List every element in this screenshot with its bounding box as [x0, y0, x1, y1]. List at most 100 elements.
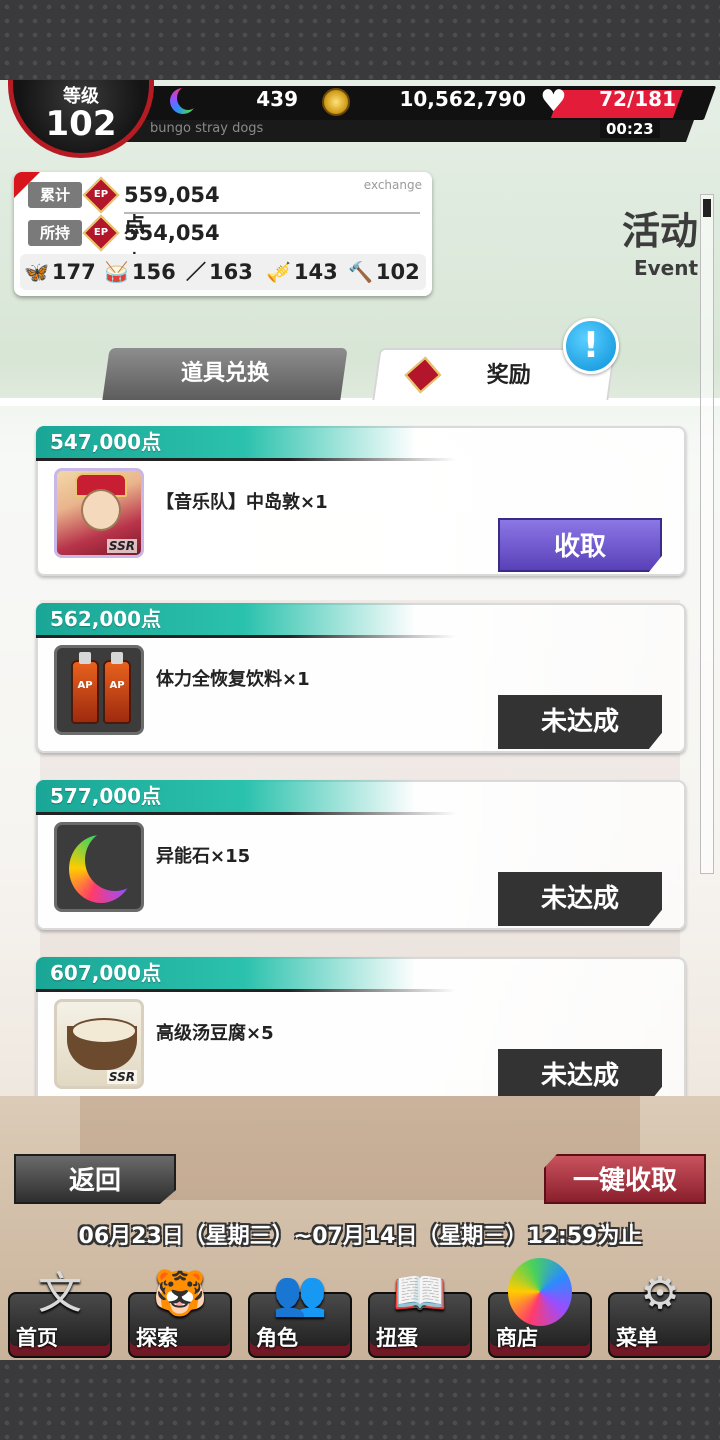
reward-points: 607,000点 — [36, 957, 416, 989]
reward-card: 562,000点 体力全恢复饮料×1 未达成 — [36, 603, 686, 753]
ep-icon: EP — [400, 356, 442, 397]
tab-label: 道具兑换 — [180, 361, 269, 386]
event-item: 🔨 102 — [348, 256, 420, 288]
home-bungo-icon: 文 — [38, 1268, 82, 1319]
stone-shop-icon — [508, 1258, 572, 1326]
nav-label: 首页 — [16, 1326, 58, 1350]
nav-label: 商店 — [496, 1326, 538, 1350]
nav-label: 角色 — [256, 1326, 298, 1350]
nav-label: 菜单 — [616, 1326, 658, 1350]
ep-text: EP — [93, 189, 109, 200]
ability-stone-icon — [69, 829, 141, 903]
face-graphic — [81, 489, 121, 531]
coins-count: 10,562,790 — [399, 87, 526, 111]
bottom-frame — [0, 1360, 720, 1440]
top-frame — [0, 0, 720, 80]
item-count: 102 — [375, 260, 420, 284]
ep-icon: EP — [82, 176, 120, 214]
nav-item-explore[interactable]: 🐯 探索 — [128, 1264, 232, 1358]
points-card: exchange 累计 EP 559,054点 所持 EP 554,054点 🦋… — [14, 172, 432, 296]
reward-name: 【音乐队】中岛敦×1 — [156, 492, 328, 513]
exchange-label: exchange — [363, 178, 422, 192]
butterfly-icon: 🦋 — [24, 260, 49, 284]
stones-count: 439 — [256, 87, 298, 111]
divider — [36, 458, 456, 461]
ap-value: 72/181 — [599, 87, 676, 111]
back-button[interactable]: 返回 — [14, 1154, 176, 1204]
nav-label: 扭蛋 — [376, 1326, 418, 1350]
item-count: 156 — [131, 260, 176, 284]
reward-name: 异能石×15 — [156, 846, 251, 867]
section-title: 活动 — [621, 209, 698, 253]
divider — [36, 635, 456, 638]
section-subtitle: Event — [633, 256, 698, 280]
level-badge[interactable]: 等级 102 — [8, 80, 154, 158]
total-label: 累计 — [28, 182, 82, 208]
book-icon: 📖 — [392, 1268, 448, 1319]
nav-item-gacha[interactable]: 📖 扭蛋 — [368, 1264, 472, 1358]
gear-icon: ⚙ — [640, 1268, 680, 1319]
coin-icon — [322, 88, 350, 116]
reward-card: 577,000点 异能石×15 未达成 — [36, 780, 686, 930]
character-card-thumbnail[interactable]: SSR — [54, 468, 144, 558]
cymbal-stick-icon: 🔨 — [348, 260, 373, 284]
ep-icon: EP — [82, 214, 120, 252]
collect-button[interactable]: 收取 — [498, 518, 662, 572]
divider — [36, 812, 456, 815]
characters-icon: 👥 — [272, 1268, 328, 1319]
heart-ap-icon: ♥ — [540, 84, 567, 119]
reward-points: 577,000点 — [36, 780, 416, 812]
drum-icon: 🥁 — [104, 260, 129, 284]
tiger-icon: 🐯 — [152, 1268, 208, 1319]
not-achieved-button: 未达成 — [498, 695, 662, 749]
ep-text: EP — [399, 378, 417, 398]
baton-icon: ／ — [186, 260, 206, 284]
reward-card: 607,000点 SSR 高级汤豆腐×5 未达成 — [36, 957, 686, 1096]
trumpet-icon: 🎺 — [266, 260, 291, 284]
ep-text: EP — [93, 227, 109, 238]
reward-name: 高级汤豆腐×5 — [156, 1023, 274, 1044]
pot-icon — [67, 1018, 137, 1070]
event-period: 06月23日（星期三）~07月14日（星期三）12:59为止 — [78, 1224, 642, 1249]
ap-timer: 00:23 — [600, 120, 660, 138]
tab-item-exchange[interactable]: 道具兑换 — [102, 348, 348, 400]
event-item: ／ 163 — [186, 256, 253, 288]
scrollbar[interactable] — [700, 194, 714, 874]
event-item: 🥁 156 — [104, 256, 176, 288]
ability-stone-thumbnail[interactable] — [54, 822, 144, 912]
ability-stone-icon — [170, 86, 199, 114]
alert-icon: ! — [563, 318, 619, 374]
scrollbar-thumb[interactable] — [703, 199, 711, 217]
event-screen: 等级 102 439 10,562,790 ♥ 72/181 00:23 bun… — [0, 80, 720, 1360]
held-label: 所持 — [28, 220, 82, 246]
tab-label: 奖励 — [486, 363, 531, 388]
nav-item-shop[interactable]: 商店 — [488, 1258, 592, 1358]
reward-card: 547,000点 SSR 【音乐队】中岛敦×1 收取 — [36, 426, 686, 576]
item-count: 143 — [293, 260, 338, 284]
nav-label: 探索 — [136, 1326, 178, 1350]
nav-item-menu[interactable]: ⚙ 菜单 — [608, 1264, 712, 1358]
brand-text: bungo stray dogs — [150, 121, 264, 136]
drink-thumbnail[interactable] — [54, 645, 144, 735]
bottle-icon — [71, 652, 99, 724]
reward-points: 562,000点 — [36, 603, 416, 635]
nav-item-home[interactable]: 文 首页 — [8, 1264, 112, 1358]
rewards-list[interactable]: 547,000点 SSR 【音乐队】中岛敦×1 收取 562,000点 体力全恢… — [0, 398, 720, 1096]
divider — [124, 212, 420, 214]
not-achieved-button: 未达成 — [498, 1049, 662, 1096]
event-items-row: 🦋 177 🥁 156 ／ 163 🎺 143 🔨 102 — [20, 254, 426, 290]
event-item: 🦋 177 — [24, 256, 96, 288]
level-value: 102 — [45, 104, 117, 144]
rarity-badge: SSR — [106, 1070, 137, 1084]
not-achieved-button: 未达成 — [498, 872, 662, 926]
item-count: 177 — [51, 260, 96, 284]
divider — [36, 989, 456, 992]
reward-name: 体力全恢复饮料×1 — [156, 669, 310, 690]
nav-item-characters[interactable]: 👥 角色 — [248, 1264, 352, 1358]
tofu-thumbnail[interactable]: SSR — [54, 999, 144, 1089]
rarity-badge: SSR — [106, 539, 137, 553]
bottle-icon — [103, 652, 131, 724]
collect-all-button[interactable]: 一键收取 — [544, 1154, 706, 1204]
reward-points: 547,000点 — [36, 426, 416, 458]
event-item: 🎺 143 — [266, 256, 338, 288]
